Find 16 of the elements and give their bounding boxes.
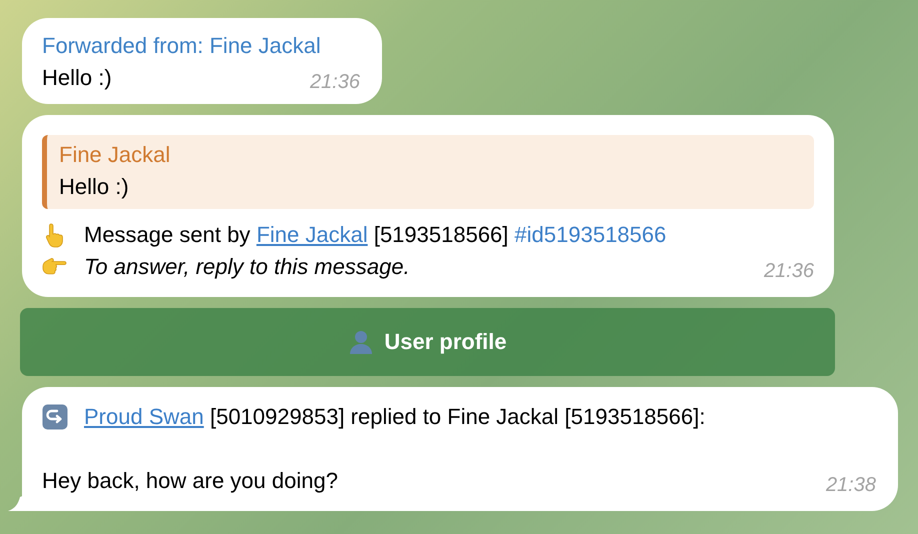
user-profile-button[interactable]: User profile xyxy=(20,308,835,376)
user-link[interactable]: Fine Jackal xyxy=(256,222,368,247)
message-text: Hello :) xyxy=(42,64,112,92)
message-text: Message sent by Fine Jackal [5193518566] #id5193518566 xyxy=(84,221,666,249)
user-link[interactable]: Proud Swan xyxy=(84,404,204,429)
message-time: 21:36 xyxy=(310,70,360,95)
message-text: Proud Swan [5010929853] replied to Fine Jackal [5193518566]: xyxy=(84,403,706,431)
message-text: Hey back, how are you doing? xyxy=(42,467,338,495)
message-time: 21:36 xyxy=(764,259,814,284)
quote-author: Fine Jackal xyxy=(59,141,172,169)
hashtag-link[interactable]: #id5193518566 xyxy=(514,222,666,247)
quote-text: Hello :) xyxy=(59,173,130,201)
message-text: To answer, reply to this message. xyxy=(84,253,410,281)
person-icon xyxy=(348,329,374,355)
forwarded-header: Forwarded from: Fine Jackal xyxy=(42,32,322,60)
message-time: 21:38 xyxy=(826,473,876,498)
